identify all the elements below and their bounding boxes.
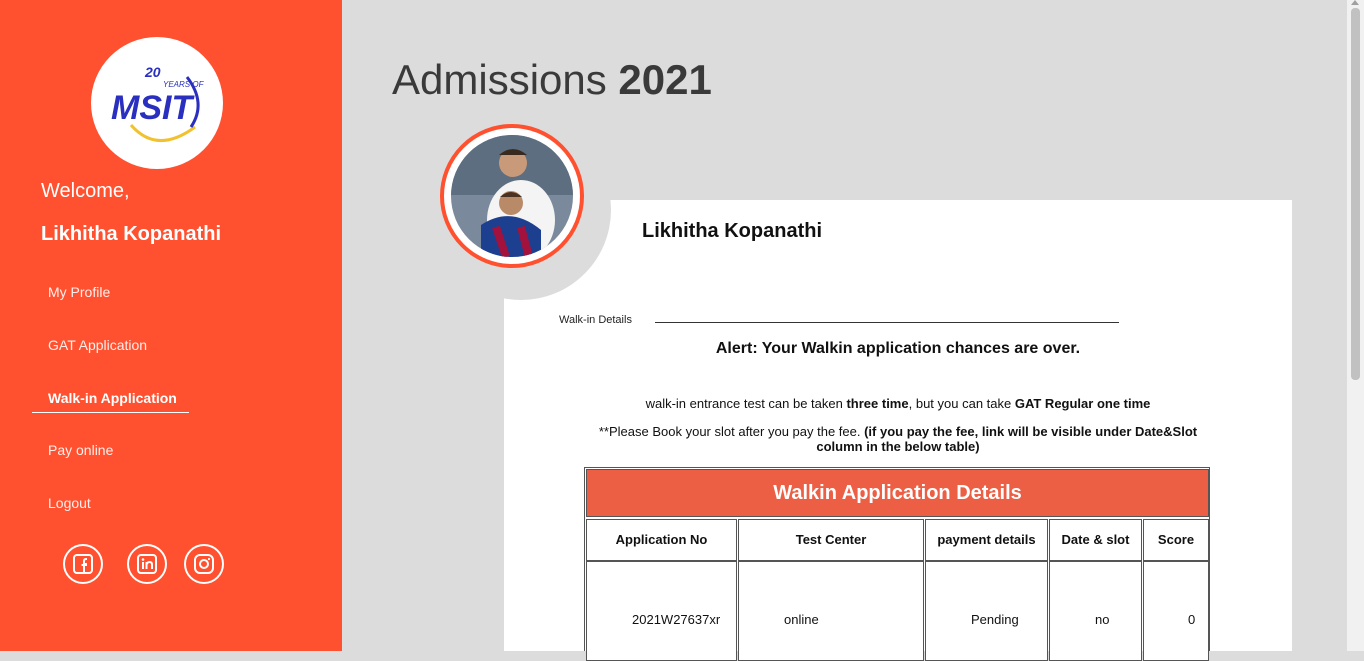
- table-header-application-no: Application No: [586, 519, 737, 561]
- instagram-icon[interactable]: [184, 544, 224, 584]
- test-center-value: online: [784, 612, 819, 627]
- page-title-text: Admissions: [392, 56, 607, 103]
- info2-text-1: **Please Book your slot after you pay th…: [598, 424, 865, 439]
- linkedin-icon[interactable]: [127, 544, 167, 584]
- table-header-date-slot: Date & slot: [1049, 519, 1142, 561]
- table-cell-score: 0: [1143, 561, 1209, 661]
- table-title: Walkin Application Details: [586, 469, 1209, 517]
- info1-bold-1: three time: [846, 396, 909, 411]
- score-value: 0: [1188, 612, 1196, 627]
- page-title: Admissions 2021: [392, 56, 712, 104]
- facebook-icon[interactable]: [63, 544, 103, 584]
- scroll-thumb[interactable]: [1351, 8, 1360, 380]
- logo-number: 20: [144, 64, 161, 80]
- info2-bold-1: (if you pay the fee, link will be visibl…: [816, 424, 1198, 454]
- page-title-year: 2021: [618, 56, 712, 103]
- nav-walk-in-application[interactable]: Walk-in Application: [48, 390, 177, 406]
- info1-text-2: , but you can take: [908, 396, 1015, 411]
- table-header-score: Score: [1143, 519, 1209, 561]
- table-header-test-center: Test Center: [738, 519, 924, 561]
- nav-logout[interactable]: Logout: [48, 495, 91, 511]
- table-cell-date-slot: no: [1049, 561, 1142, 661]
- application-no-value: 2021W27637xr: [632, 612, 721, 627]
- section-label: Walk-in Details: [559, 314, 632, 326]
- msit-logo[interactable]: 20 YEARS OF MSIT: [91, 37, 223, 169]
- scroll-up-arrow-icon[interactable]: [1351, 0, 1359, 5]
- info-walkin-attempts: walk-in entrance test can be taken three…: [504, 396, 1292, 411]
- nav-my-profile[interactable]: My Profile: [48, 284, 110, 300]
- info1-bold-2: GAT Regular one time: [1014, 396, 1151, 411]
- alert-message: Alert: Your Walkin application chances a…: [715, 340, 1081, 357]
- profile-name: Likhitha Kopanathi: [642, 220, 822, 242]
- active-nav-underline: [32, 412, 189, 413]
- logo-tagline: YEARS OF: [163, 80, 205, 89]
- avatar: [440, 124, 584, 268]
- sidebar: 20 YEARS OF MSIT Welcome, Likhitha Kopan…: [0, 0, 342, 651]
- logo-text: MSIT: [111, 89, 195, 127]
- welcome-text: Welcome,: [41, 180, 130, 202]
- info1-text-1: walk-in entrance test can be taken: [645, 396, 847, 411]
- nav-pay-online[interactable]: Pay online: [48, 442, 113, 458]
- section-divider: [655, 322, 1119, 323]
- avatar-photo: [451, 135, 573, 257]
- table-cell-application-no: 2021W27637xr: [586, 561, 737, 661]
- logo-graphic: 20 YEARS OF MSIT: [111, 64, 205, 142]
- page-scrollbar[interactable]: [1347, 0, 1364, 651]
- table-cell-payment-details: Pending: [925, 561, 1048, 661]
- payment-status-value: Pending: [971, 612, 1019, 627]
- date-slot-value: no: [1095, 612, 1110, 627]
- sidebar-username: Likhitha Kopanathi: [41, 223, 221, 245]
- table-header-payment-details: payment details: [925, 519, 1048, 561]
- nav-gat-application[interactable]: GAT Application: [48, 337, 147, 353]
- table-cell-test-center: online: [738, 561, 924, 661]
- info-book-slot: **Please Book your slot after you pay th…: [574, 424, 1222, 454]
